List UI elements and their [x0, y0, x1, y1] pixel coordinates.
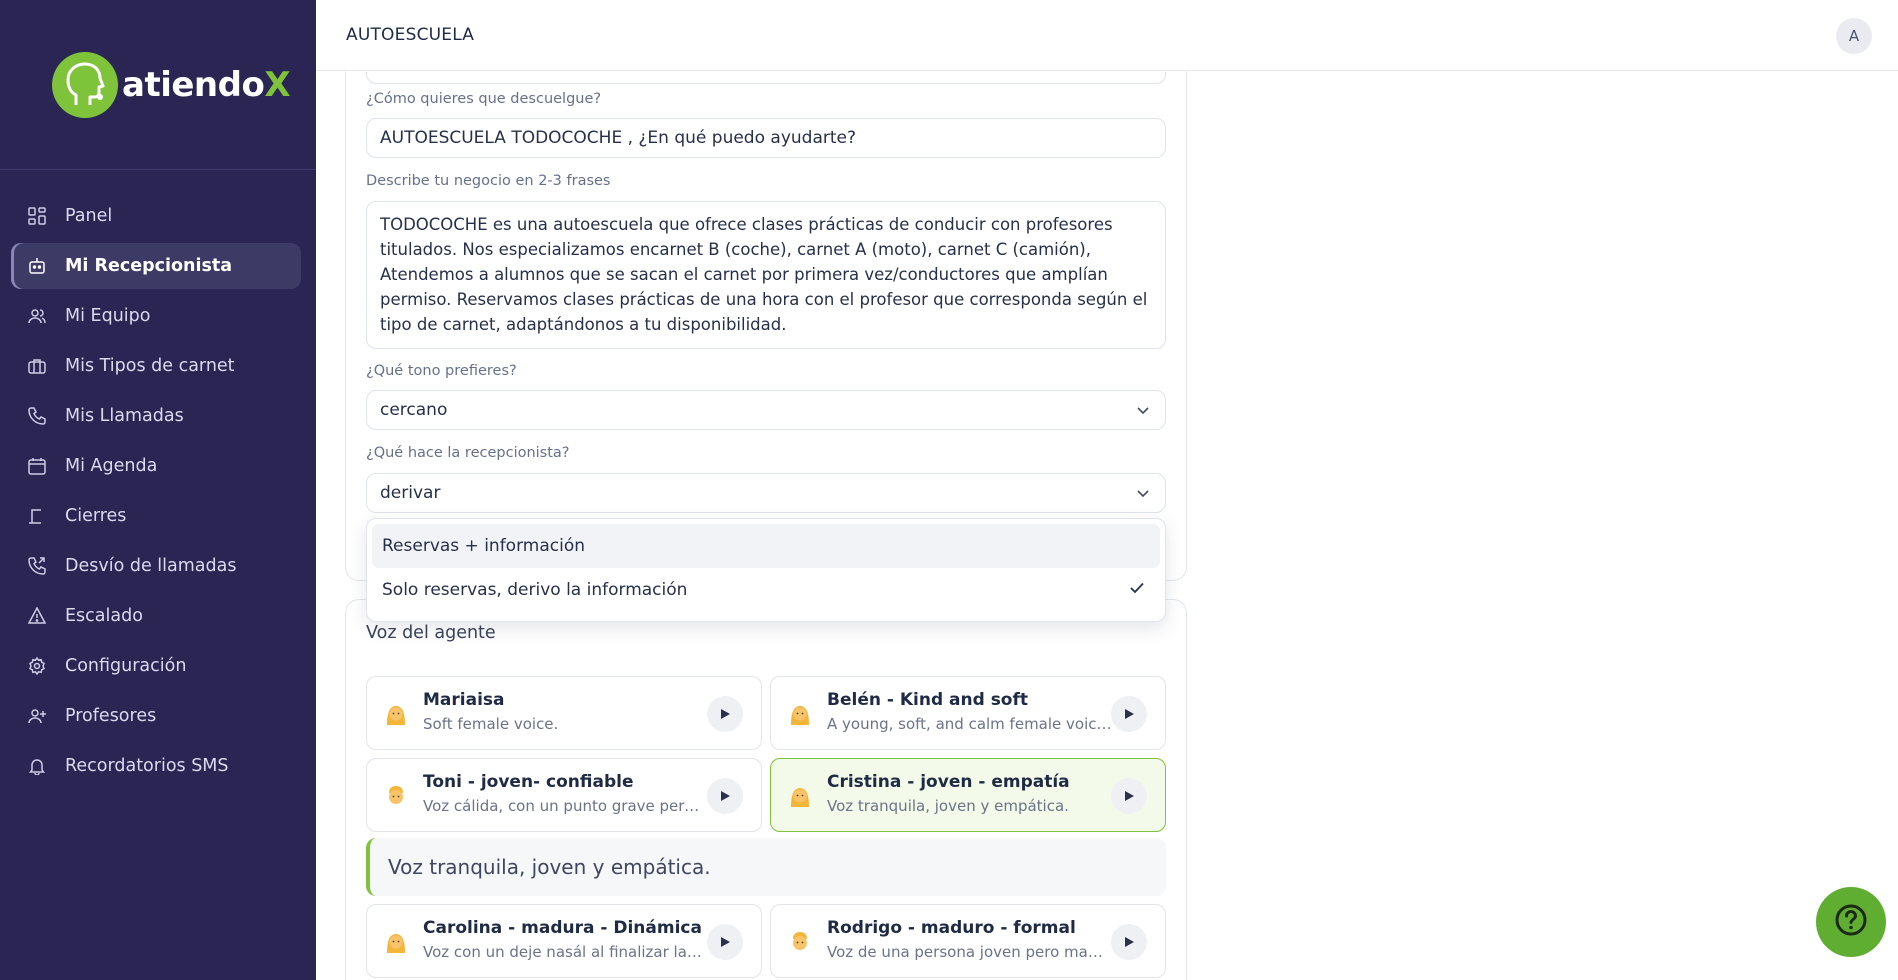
warning-icon	[27, 606, 47, 626]
main-content: ¿Cómo quieres que descuelgue? AUTOESCUEL…	[316, 71, 1898, 980]
sidebar-item-tipos-carnet[interactable]: Mis Tipos de carnet	[11, 343, 301, 389]
voice-option[interactable]: Toni - joven- confiable Voz cálida, con …	[366, 758, 762, 832]
play-icon[interactable]	[707, 778, 743, 814]
voice-option[interactable]: Belén - Kind and soft A young, soft, and…	[770, 676, 1166, 750]
sidebar-item-recordatorios[interactable]: Recordatorios SMS	[11, 743, 301, 789]
play-icon[interactable]	[1111, 696, 1147, 732]
greeting-label: ¿Cómo quieres que descuelgue?	[366, 91, 602, 107]
man-avatar-icon	[787, 929, 813, 955]
voice-description: Voz de una persona joven pero madura y f…	[827, 943, 1112, 961]
voice-description: A young, soft, and calm female voice wit…	[827, 715, 1112, 733]
tone-select[interactable]: cercano	[366, 390, 1166, 430]
question-icon	[1834, 903, 1868, 941]
help-button[interactable]	[1816, 887, 1886, 957]
page-title: AUTOESCUELA	[346, 25, 475, 45]
role-option-label: Reservas + información	[382, 536, 585, 556]
sidebar-item-label: Mis Tipos de carnet	[65, 356, 235, 376]
woman-avatar-icon	[787, 701, 813, 727]
role-option-label: Solo reservas, derivo la información	[382, 580, 688, 600]
voice-description: Voz tranquila, joven y empática.	[827, 797, 1069, 815]
play-icon[interactable]	[707, 696, 743, 732]
voice-name: Mariaisa	[423, 690, 505, 710]
role-dropdown-menu: Reservas + información Solo reservas, de…	[366, 518, 1166, 622]
sidebar-item-label: Mi Agenda	[65, 456, 158, 476]
voice-name: Belén - Kind and soft	[827, 690, 1029, 710]
partial-input-field[interactable]	[366, 72, 1166, 84]
voice-description: Voz con un deje nasál al finalizar las p…	[423, 943, 708, 961]
sidebar-item-label: Panel	[65, 206, 113, 226]
tone-label: ¿Qué tono prefieres?	[366, 363, 517, 379]
role-option[interactable]: Reservas + información	[372, 524, 1160, 568]
calendar-icon	[27, 456, 47, 476]
role-select-value: derivar	[380, 483, 441, 503]
voice-name: Cristina - joven - empatía	[827, 772, 1070, 792]
sidebar-item-panel[interactable]: Panel	[11, 193, 301, 239]
sidebar: atiendoX Panel Mi Recepcionista Mi Equip…	[0, 0, 316, 980]
man-avatar-icon	[383, 783, 409, 809]
greeting-input[interactable]: AUTOESCUELA TODOCOCHE , ¿En qué puedo ay…	[366, 118, 1166, 158]
voice-section-title: Voz del agente	[366, 623, 496, 643]
sidebar-item-mi-equipo[interactable]: Mi Equipo	[11, 293, 301, 339]
voice-name: Toni - joven- confiable	[423, 772, 634, 792]
voice-option[interactable]: Rodrigo - maduro - formal Voz de una per…	[770, 904, 1166, 978]
briefcase-icon	[27, 356, 47, 376]
description-label: Describe tu negocio en 2-3 frases	[366, 173, 611, 189]
woman-avatar-icon	[383, 701, 409, 727]
robot-icon	[27, 256, 47, 276]
avatar[interactable]: A	[1836, 18, 1872, 54]
sidebar-item-label: Mi Equipo	[65, 306, 151, 326]
sidebar-item-label: Desvío de llamadas	[65, 556, 237, 576]
voice-description: Soft female voice.	[423, 715, 559, 733]
sidebar-item-label: Configuración	[65, 656, 187, 676]
sidebar-item-label: Mis Llamadas	[65, 406, 184, 426]
description-textarea[interactable]: TODOCOCHE es una autoescuela que ofrece …	[366, 201, 1166, 349]
sidebar-item-label: Profesores	[65, 706, 157, 726]
chevron-down-icon	[1135, 485, 1151, 501]
phone-forward-icon	[27, 556, 47, 576]
sidebar-nav: Panel Mi Recepcionista Mi Equipo Mis Tip…	[0, 170, 316, 789]
sidebar-item-label: Cierres	[65, 506, 127, 526]
tone-select-value: cercano	[380, 400, 448, 420]
sidebar-item-mi-recepcionista[interactable]: Mi Recepcionista	[11, 243, 301, 289]
user-plus-icon	[27, 706, 47, 726]
users-icon	[27, 306, 47, 326]
bell-icon	[27, 756, 47, 776]
voice-option[interactable]: Mariaisa Soft female voice.	[366, 676, 762, 750]
play-icon[interactable]	[707, 924, 743, 960]
logo-text: atiendoX	[122, 64, 291, 105]
sidebar-item-desvio[interactable]: Desvío de llamadas	[11, 543, 301, 589]
gear-icon	[27, 656, 47, 676]
chevron-down-icon	[1135, 402, 1151, 418]
role-label: ¿Qué hace la recepcionista?	[366, 445, 570, 461]
check-icon	[1128, 579, 1146, 602]
sidebar-item-configuracion[interactable]: Configuración	[11, 643, 301, 689]
voice-description: Voz cálida, con un punto grave pero juve…	[423, 797, 708, 815]
play-icon[interactable]	[1111, 924, 1147, 960]
logo[interactable]: atiendoX	[0, 0, 316, 170]
woman-avatar-icon	[383, 929, 409, 955]
sidebar-item-agenda[interactable]: Mi Agenda	[11, 443, 301, 489]
grid-icon	[27, 206, 47, 226]
voice-option-selected[interactable]: Cristina - joven - empatía Voz tranquila…	[770, 758, 1166, 832]
sidebar-item-profesores[interactable]: Profesores	[11, 693, 301, 739]
play-icon[interactable]	[1111, 778, 1147, 814]
sidebar-item-label: Mi Recepcionista	[65, 256, 233, 276]
top-header: AUTOESCUELA A	[316, 0, 1898, 71]
role-option[interactable]: Solo reservas, derivo la información	[372, 568, 1160, 612]
voice-name: Rodrigo - maduro - formal	[827, 918, 1076, 938]
selected-voice-preview: Voz tranquila, joven y empática.	[366, 838, 1166, 896]
voice-option[interactable]: Carolina - madura - Dinámica Voz con un …	[366, 904, 762, 978]
phone-icon	[27, 406, 47, 426]
sidebar-item-label: Escalado	[65, 606, 143, 626]
role-select[interactable]: derivar	[366, 473, 1166, 513]
voice-name: Carolina - madura - Dinámica	[423, 918, 702, 938]
sidebar-item-escalado[interactable]: Escalado	[11, 593, 301, 639]
sidebar-item-cierres[interactable]: Cierres	[11, 493, 301, 539]
sidebar-item-llamadas[interactable]: Mis Llamadas	[11, 393, 301, 439]
sidebar-item-label: Recordatorios SMS	[65, 756, 229, 776]
woman-avatar-icon	[787, 783, 813, 809]
lamp-icon	[27, 506, 47, 526]
logo-head-icon	[52, 51, 118, 118]
